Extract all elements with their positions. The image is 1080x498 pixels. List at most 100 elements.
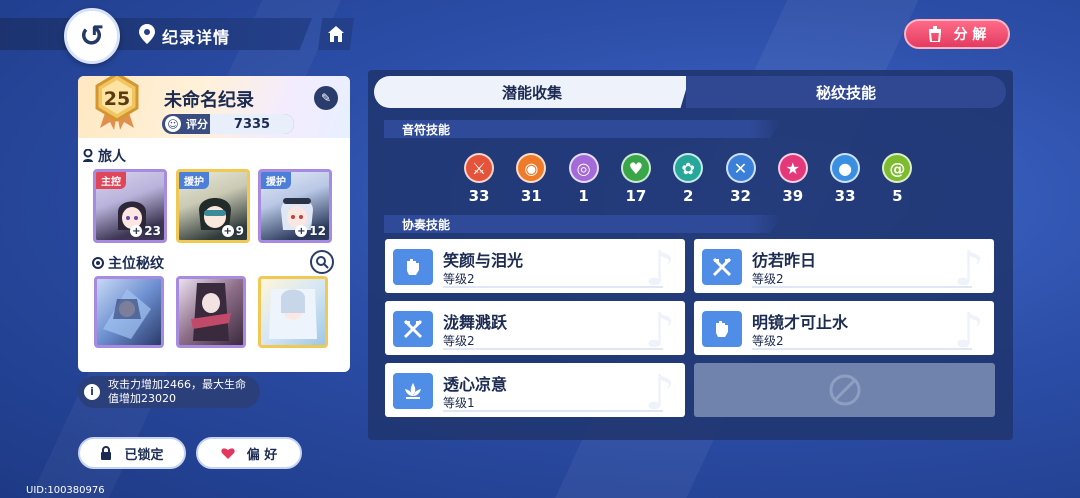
plus-icon: + [130, 225, 143, 237]
heart-note-icon: ♥ [620, 153, 651, 183]
score-pill: ☺ 评分 7335 [162, 114, 294, 134]
skill-level: 等级2 [752, 334, 784, 348]
fist-icon [702, 311, 742, 347]
note-skill-item[interactable]: ◉ 31 [514, 153, 548, 205]
tab-potential-collection[interactable]: 潜能收集 [374, 76, 690, 108]
skill-name: 泷舞溅跃 [443, 313, 508, 332]
travelers-label: 旅人 [98, 149, 126, 165]
divider [752, 348, 972, 350]
ensemble-skills-header: 协奏技能 [384, 215, 782, 233]
skill-level: 等级2 [752, 272, 784, 286]
note-skill-count: 2 [682, 187, 694, 205]
ensemble-skill-card[interactable]: ♪ 笑颜与泪光 等级2 [385, 239, 685, 293]
record-name: 未命名纪录 [164, 90, 254, 111]
note-skill-item[interactable]: @5 [880, 153, 914, 205]
traveler-tag: 援护 [261, 172, 291, 189]
info-icon: i [84, 384, 100, 400]
tab-glyph-skills[interactable]: 秘纹技能 [686, 76, 1006, 108]
traveler-level: +23 [130, 224, 161, 238]
bonus-info-box: i 攻击力增加2466，最大生命值增加23020 [78, 376, 260, 408]
note-skill-count: 31 [520, 187, 542, 205]
traveler-card-1[interactable]: 主控 +23 [93, 169, 167, 243]
prohibited-icon [829, 374, 860, 406]
main-glyph-card-1[interactable] [94, 276, 164, 348]
plus-icon: + [221, 225, 234, 237]
note-skill-count: 1 [578, 187, 589, 205]
skill-level: 等级1 [443, 396, 475, 410]
skill-name: 彷若昨日 [752, 251, 817, 270]
favorite-button[interactable]: 偏 好 [196, 437, 302, 469]
search-icon [316, 256, 329, 269]
traveler-card-2[interactable]: 援护 +9 [176, 169, 250, 243]
note-skill-item[interactable]: ● 33 [828, 153, 862, 205]
bonus-info-text: 攻击力增加2466，最大生命值增加23020 [108, 378, 246, 405]
note-skill-item[interactable]: ♥ 17 [619, 153, 653, 205]
note-skill-count: 32 [730, 187, 751, 205]
back-button[interactable]: ↺ [64, 8, 120, 64]
note-skill-count: 33 [834, 187, 856, 205]
note-skill-item[interactable]: ★ 39 [776, 153, 810, 205]
ensemble-skill-card[interactable]: ♪ 泷舞溅跃 等级2 [385, 301, 685, 355]
note-skill-item[interactable]: ✿ 2 [671, 153, 705, 205]
note-skill-count: 33 [468, 187, 490, 205]
decompose-label: 分 解 [953, 27, 987, 43]
note-skill-item[interactable]: ✕ 32 [724, 153, 758, 205]
swirl-note-icon: @ [882, 153, 913, 183]
skill-name: 明镜才可止水 [752, 313, 849, 332]
main-glyphs-label: 主位秘纹 [108, 256, 164, 272]
note-skill-item[interactable]: ◎ 1 [567, 153, 601, 205]
ensemble-skill-card[interactable]: ♪ 彷若昨日 等级2 [694, 239, 994, 293]
skill-name: 笑颜与泪光 [443, 251, 524, 270]
main-glyphs-heading: 主位秘纹 [92, 253, 164, 273]
cross-swords-note-icon: ✕ [725, 153, 756, 183]
drop-note-icon: ● [830, 153, 861, 183]
record-card-header: 25 未命名纪录 ✎ ☺ 评分 7335 [78, 76, 350, 138]
glyph-art [103, 289, 151, 339]
crossed-swords-icon [702, 249, 742, 285]
lotus-icon [393, 373, 433, 409]
trash-icon [928, 26, 941, 42]
divider [443, 410, 663, 412]
note-skill-count: 39 [782, 187, 804, 205]
leaf-note-icon: ✿ [673, 153, 704, 183]
note-skills-header: 音符技能 [384, 120, 782, 138]
location-pin-icon [139, 24, 155, 44]
ensemble-skill-card[interactable]: ♪ 明镜才可止水 等级2 [694, 301, 994, 355]
search-button[interactable] [310, 250, 334, 274]
divider [752, 286, 972, 288]
page-title: 纪录详情 [162, 28, 231, 47]
traveler-card-3[interactable]: 援护 +12 [258, 169, 332, 243]
empty-skill-slot [694, 363, 995, 417]
traveler-tag: 援护 [179, 172, 209, 189]
locked-button[interactable]: 已锁定 [78, 437, 186, 469]
heart-icon [221, 448, 235, 459]
uid-text: UID:100380976 [26, 485, 105, 496]
plus-icon: + [295, 225, 308, 237]
skill-level: 等级2 [443, 272, 475, 286]
divider [443, 348, 663, 350]
fist-icon [393, 249, 433, 285]
decompose-button[interactable]: 分 解 [904, 19, 1010, 49]
tab-bar: 潜能收集 秘纹技能 [374, 76, 1006, 108]
glyph-art [269, 289, 317, 339]
note-skill-count: 5 [892, 187, 903, 205]
edit-name-button[interactable]: ✎ [314, 86, 338, 110]
skill-level: 等级2 [443, 334, 475, 348]
home-icon [328, 26, 344, 42]
traveler-level: +9 [221, 224, 244, 238]
glyph-dot-icon [92, 257, 104, 269]
locked-label: 已锁定 [124, 447, 164, 463]
note-skill-item[interactable]: ⚔ 33 [462, 153, 496, 205]
level-number: 25 [103, 88, 131, 110]
title-bar [0, 18, 312, 50]
lock-icon [101, 446, 112, 460]
main-glyph-card-3[interactable] [258, 276, 328, 348]
main-glyph-card-2[interactable] [176, 276, 246, 348]
traveler-tag: 主控 [96, 172, 126, 189]
home-button[interactable] [318, 18, 354, 50]
ensemble-skill-card[interactable]: ♪ 透心凉意 等级1 [385, 363, 685, 417]
person-icon [83, 149, 93, 162]
star-note-icon: ★ [777, 153, 808, 183]
favorite-label: 偏 好 [246, 447, 278, 463]
skill-name: 透心凉意 [443, 375, 508, 394]
